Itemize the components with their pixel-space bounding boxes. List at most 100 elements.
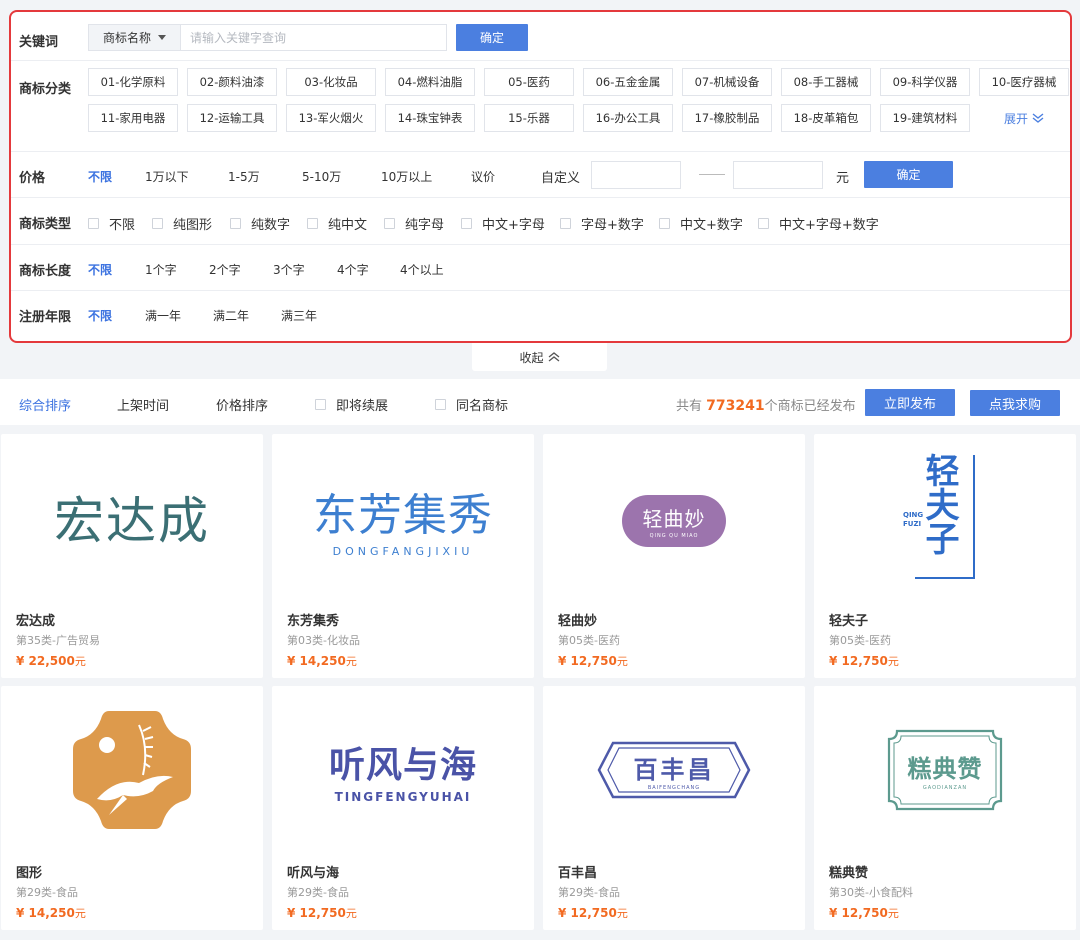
keyword-input[interactable]	[180, 24, 447, 51]
price-option[interactable]: 1万以下	[145, 168, 189, 185]
trademark-logo: 东芳集秀 DONGFANGJIXIU	[272, 434, 534, 602]
type-option[interactable]: 纯图形	[152, 214, 212, 233]
trademark-card[interactable]: 图形 第29类-食品 ¥ 14,250元	[1, 686, 263, 930]
trademark-card[interactable]: 轻夫子 QING FUZI 轻夫子 第05类-医药 ¥ 12,750元	[814, 434, 1076, 678]
years-option[interactable]: 满二年	[213, 307, 249, 324]
category-chip[interactable]: 06-五金金属	[583, 68, 673, 96]
category-chip[interactable]: 14-珠宝钟表	[385, 104, 475, 132]
category-chip[interactable]: 07-机械设备	[682, 68, 772, 96]
checkbox[interactable]	[461, 218, 472, 229]
logo-text: 宏达成	[54, 492, 210, 550]
keyword-type-select[interactable]: 商标名称	[88, 24, 180, 51]
years-option[interactable]: 满一年	[145, 307, 181, 324]
price-option-any[interactable]: 不限	[88, 168, 112, 185]
swallow-willow-icon	[73, 711, 191, 829]
type-option[interactable]: 不限	[88, 214, 135, 233]
same-name-label: 同名商标	[456, 399, 509, 414]
length-option[interactable]: 4个字	[337, 261, 369, 278]
trademark-class: 第03类-化妆品	[287, 634, 360, 647]
checkbox[interactable]	[758, 218, 769, 229]
category-row: 商标分类 01-化学原料 02-颜料油漆 03-化妆品 04-燃料油脂 05-医…	[11, 61, 1070, 152]
trademark-card[interactable]: 糕典赞 GAODIANZAN 糕典赞 第30类-小食配料 ¥ 12,750元	[814, 686, 1076, 930]
sort-price[interactable]: 价格排序	[216, 395, 268, 414]
years-option[interactable]: 满三年	[281, 307, 317, 324]
checkbox[interactable]	[560, 218, 571, 229]
category-chip[interactable]: 17-橡胶制品	[682, 104, 772, 132]
type-option[interactable]: 纯字母	[384, 214, 444, 233]
trademark-class: 第30类-小食配料	[829, 886, 913, 899]
trademark-card[interactable]: 听风与海 TINGFENGYUHAI 听风与海 第29类-食品 ¥ 12,750…	[272, 686, 534, 930]
trademark-price: ¥ 14,250元	[287, 653, 357, 669]
trademark-logo	[1, 686, 263, 854]
length-option[interactable]: 2个字	[209, 261, 241, 278]
price-option[interactable]: 10万以上	[381, 168, 432, 185]
length-option[interactable]: 4个以上	[400, 261, 444, 278]
category-chip[interactable]: 03-化妆品	[286, 68, 376, 96]
years-option-any[interactable]: 不限	[88, 307, 112, 324]
length-label: 商标长度	[19, 264, 72, 279]
trademark-card[interactable]: 宏达成 宏达成 第35类-广告贸易 ¥ 22,500元	[1, 434, 263, 678]
sort-comprehensive[interactable]: 综合排序	[19, 395, 71, 414]
category-chip[interactable]: 04-燃料油脂	[385, 68, 475, 96]
category-chip[interactable]: 15-乐器	[484, 104, 574, 132]
price-confirm-button[interactable]: 确定	[864, 161, 953, 188]
category-chip[interactable]: 19-建筑材料	[880, 104, 970, 132]
type-option[interactable]: 纯数字	[230, 214, 290, 233]
category-expand-button[interactable]: 展开	[979, 104, 1069, 132]
type-option[interactable]: 纯中文	[307, 214, 367, 233]
category-chip[interactable]: 10-医疗器械	[979, 68, 1069, 96]
length-option[interactable]: 1个字	[145, 261, 177, 278]
type-option[interactable]: 字母+数字	[560, 214, 644, 233]
price-value: ¥ 22,500	[16, 654, 75, 668]
category-label: 商标分类	[19, 82, 72, 97]
checkbox[interactable]	[435, 399, 446, 410]
trademark-card[interactable]: 东芳集秀 DONGFANGJIXIU 东芳集秀 第03类-化妆品 ¥ 14,25…	[272, 434, 534, 678]
category-chip[interactable]: 08-手工器械	[781, 68, 871, 96]
request-buy-button[interactable]: 点我求购	[970, 390, 1060, 416]
checkbox[interactable]	[307, 218, 318, 229]
category-chip[interactable]: 11-家用电器	[88, 104, 178, 132]
category-chip[interactable]: 02-颜料油漆	[187, 68, 277, 96]
category-chip[interactable]: 05-医药	[484, 68, 574, 96]
trademark-class: 第05类-医药	[558, 634, 620, 647]
category-chip[interactable]: 01-化学原料	[88, 68, 178, 96]
filter-panel: 关键词 商标名称 确定 商标分类 01-化学原料 02-颜料油漆 03-化妆品 …	[9, 10, 1072, 343]
price-unit: 元	[616, 907, 628, 920]
category-chip[interactable]: 16-办公工具	[583, 104, 673, 132]
type-option-label: 字母+数字	[581, 218, 644, 233]
length-option-any[interactable]: 不限	[88, 261, 112, 278]
checkbox[interactable]	[152, 218, 163, 229]
category-chip[interactable]: 13-军火烟火	[286, 104, 376, 132]
type-option[interactable]: 中文+字母+数字	[758, 214, 879, 233]
collapse-button[interactable]: 收起	[472, 343, 607, 371]
price-option[interactable]: 议价	[471, 168, 495, 185]
keyword-confirm-button[interactable]: 确定	[456, 24, 528, 51]
checkbox[interactable]	[659, 218, 670, 229]
trademark-card[interactable]: 轻曲妙 QING QU MIAO 轻曲妙 第05类-医药 ¥ 12,750元	[543, 434, 805, 678]
publish-button[interactable]: 立即发布	[865, 389, 955, 416]
checkbox[interactable]	[88, 218, 99, 229]
trademark-name: 东芳集秀	[287, 614, 340, 629]
price-min-input[interactable]	[591, 161, 681, 189]
length-option[interactable]: 3个字	[273, 261, 305, 278]
price-max-input[interactable]	[733, 161, 823, 189]
category-chip[interactable]: 09-科学仪器	[880, 68, 970, 96]
price-option[interactable]: 5-10万	[302, 168, 341, 185]
category-chip[interactable]: 18-皮革箱包	[781, 104, 871, 132]
type-option[interactable]: 中文+字母	[461, 214, 545, 233]
price-value: ¥ 12,750	[287, 906, 346, 920]
price-option[interactable]: 1-5万	[228, 168, 260, 185]
type-label: 商标类型	[19, 217, 72, 232]
category-chip[interactable]: 12-运输工具	[187, 104, 277, 132]
filter-renewal-soon[interactable]: 即将续展	[315, 395, 388, 414]
checkbox[interactable]	[384, 218, 395, 229]
type-option[interactable]: 中文+数字	[659, 214, 743, 233]
logo-text: 听风与海	[328, 745, 477, 786]
filter-same-name[interactable]: 同名商标	[435, 395, 508, 414]
checkbox[interactable]	[315, 399, 326, 410]
checkbox[interactable]	[230, 218, 241, 229]
sort-listing-time[interactable]: 上架时间	[117, 395, 169, 414]
trademark-price: ¥ 12,750元	[287, 905, 357, 921]
double-chevron-down-icon	[1032, 113, 1044, 123]
trademark-card[interactable]: 百丰昌 BAIFENGCHANG 百丰昌 第29类-食品 ¥ 12,750元	[543, 686, 805, 930]
